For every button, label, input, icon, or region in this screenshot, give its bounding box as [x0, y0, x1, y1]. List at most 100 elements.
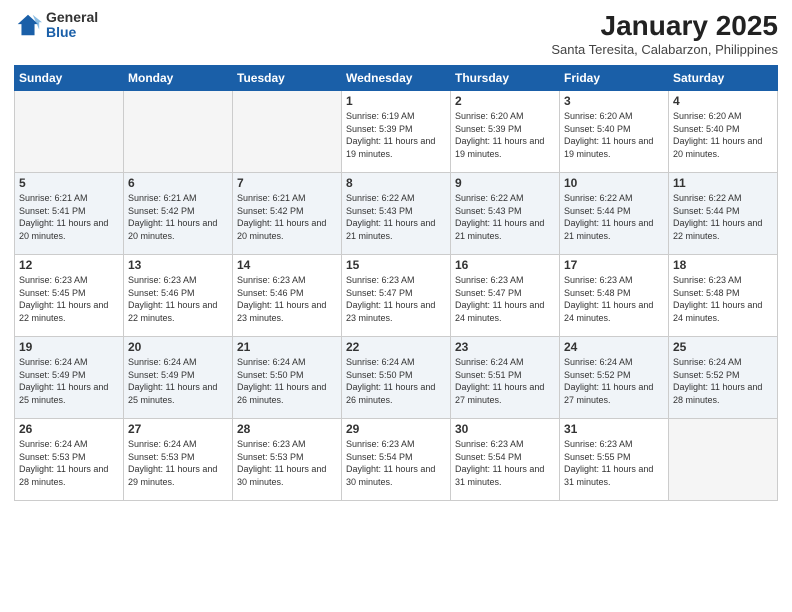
calendar-cell	[233, 91, 342, 173]
week-row-2: 5Sunrise: 6:21 AM Sunset: 5:41 PM Daylig…	[15, 173, 778, 255]
calendar-cell: 18Sunrise: 6:23 AM Sunset: 5:48 PM Dayli…	[669, 255, 778, 337]
week-row-5: 26 Sunrise: 6:24 AM Sunset: 5:53 PM Dayli…	[15, 419, 778, 501]
day-info: Sunrise: 6:23 AM Sunset: 5:48 PM Dayligh…	[564, 274, 664, 324]
day-info: Sunrise: 6:21 AM Sunset: 5:42 PM Dayligh…	[128, 192, 228, 242]
page: General Blue January 2025 Santa Teresita…	[0, 0, 792, 612]
day-number: 8	[346, 176, 446, 190]
logo: General Blue	[14, 10, 98, 41]
calendar-cell: 5Sunrise: 6:21 AM Sunset: 5:41 PM Daylig…	[15, 173, 124, 255]
day-info: Sunrise: 6:23 AM Sunset: 5:45 PM Dayligh…	[19, 274, 119, 324]
day-info: Sunrise: 6:24 AM Sunset: 5:52 PM Dayligh…	[673, 356, 773, 406]
day-info: Sunrise: 6:24 AM Sunset: 5:53 PM Dayligh…	[128, 438, 228, 488]
day-info: Sunrise: 6:23 AM Sunset: 5:53 PM Dayligh…	[237, 438, 337, 488]
day-header-saturday: Saturday	[669, 66, 778, 91]
day-header-sunday: Sunday	[15, 66, 124, 91]
calendar-cell: 16Sunrise: 6:23 AM Sunset: 5:47 PM Dayli…	[451, 255, 560, 337]
day-info: Sunrise: 6:24 AM Sunset: 5:53 PM Dayligh…	[19, 438, 119, 488]
day-info: Sunrise: 6:19 AM Sunset: 5:39 PM Dayligh…	[346, 110, 446, 160]
day-number: 15	[346, 258, 446, 272]
logo-general: General	[46, 10, 98, 25]
calendar-cell: 28 Sunrise: 6:23 AM Sunset: 5:53 PM Dayli…	[233, 419, 342, 501]
calendar-cell: 30Sunrise: 6:23 AM Sunset: 5:54 PM Dayli…	[451, 419, 560, 501]
day-number: 26	[19, 422, 119, 436]
calendar-cell: 1 Sunrise: 6:19 AM Sunset: 5:39 PM Daylig…	[342, 91, 451, 173]
day-info: Sunrise: 6:24 AM Sunset: 5:50 PM Dayligh…	[346, 356, 446, 406]
logo-icon	[14, 11, 42, 39]
day-info: Sunrise: 6:23 AM Sunset: 5:54 PM Dayligh…	[346, 438, 446, 488]
day-info: Sunrise: 6:22 AM Sunset: 5:44 PM Dayligh…	[564, 192, 664, 242]
day-header-thursday: Thursday	[451, 66, 560, 91]
day-number: 29	[346, 422, 446, 436]
day-number: 23	[455, 340, 555, 354]
day-info: Sunrise: 6:22 AM Sunset: 5:44 PM Dayligh…	[673, 192, 773, 242]
day-info: Sunrise: 6:24 AM Sunset: 5:50 PM Dayligh…	[237, 356, 337, 406]
day-info: Sunrise: 6:20 AM Sunset: 5:40 PM Dayligh…	[673, 110, 773, 160]
day-number: 30	[455, 422, 555, 436]
day-number: 14	[237, 258, 337, 272]
day-info: Sunrise: 6:23 AM Sunset: 5:47 PM Dayligh…	[346, 274, 446, 324]
day-info: Sunrise: 6:23 AM Sunset: 5:47 PM Dayligh…	[455, 274, 555, 324]
day-number: 13	[128, 258, 228, 272]
calendar-subtitle: Santa Teresita, Calabarzon, Philippines	[551, 42, 778, 57]
calendar-cell	[15, 91, 124, 173]
day-number: 22	[346, 340, 446, 354]
day-number: 2	[455, 94, 555, 108]
day-number: 24	[564, 340, 664, 354]
week-row-1: 1 Sunrise: 6:19 AM Sunset: 5:39 PM Daylig…	[15, 91, 778, 173]
day-number: 11	[673, 176, 773, 190]
logo-text: General Blue	[46, 10, 98, 41]
day-number: 1	[346, 94, 446, 108]
day-info: Sunrise: 6:22 AM Sunset: 5:43 PM Dayligh…	[455, 192, 555, 242]
day-info: Sunrise: 6:24 AM Sunset: 5:49 PM Dayligh…	[128, 356, 228, 406]
day-info: Sunrise: 6:23 AM Sunset: 5:55 PM Dayligh…	[564, 438, 664, 488]
day-info: Sunrise: 6:23 AM Sunset: 5:46 PM Dayligh…	[128, 274, 228, 324]
calendar-title: January 2025	[551, 10, 778, 42]
day-info: Sunrise: 6:20 AM Sunset: 5:40 PM Dayligh…	[564, 110, 664, 160]
day-number: 27	[128, 422, 228, 436]
calendar-cell	[124, 91, 233, 173]
calendar-cell: 4 Sunrise: 6:20 AM Sunset: 5:40 PM Daylig…	[669, 91, 778, 173]
day-header-monday: Monday	[124, 66, 233, 91]
calendar-cell: 24 Sunrise: 6:24 AM Sunset: 5:52 PM Dayli…	[560, 337, 669, 419]
day-number: 28	[237, 422, 337, 436]
title-block: January 2025 Santa Teresita, Calabarzon,…	[551, 10, 778, 57]
day-info: Sunrise: 6:21 AM Sunset: 5:41 PM Dayligh…	[19, 192, 119, 242]
calendar-table: SundayMondayTuesdayWednesdayThursdayFrid…	[14, 65, 778, 501]
day-number: 9	[455, 176, 555, 190]
calendar-cell	[669, 419, 778, 501]
calendar-cell: 2 Sunrise: 6:20 AM Sunset: 5:39 PM Daylig…	[451, 91, 560, 173]
calendar-cell: 26 Sunrise: 6:24 AM Sunset: 5:53 PM Dayli…	[15, 419, 124, 501]
day-info: Sunrise: 6:24 AM Sunset: 5:52 PM Dayligh…	[564, 356, 664, 406]
day-header-wednesday: Wednesday	[342, 66, 451, 91]
calendar-cell: 21 Sunrise: 6:24 AM Sunset: 5:50 PM Dayli…	[233, 337, 342, 419]
calendar-cell: 22 Sunrise: 6:24 AM Sunset: 5:50 PM Dayli…	[342, 337, 451, 419]
day-info: Sunrise: 6:22 AM Sunset: 5:43 PM Dayligh…	[346, 192, 446, 242]
calendar-cell: 8 Sunrise: 6:22 AM Sunset: 5:43 PM Daylig…	[342, 173, 451, 255]
day-number: 17	[564, 258, 664, 272]
day-number: 19	[19, 340, 119, 354]
day-info: Sunrise: 6:20 AM Sunset: 5:39 PM Dayligh…	[455, 110, 555, 160]
calendar-cell: 17 Sunrise: 6:23 AM Sunset: 5:48 PM Dayli…	[560, 255, 669, 337]
day-number: 3	[564, 94, 664, 108]
calendar-cell: 31Sunrise: 6:23 AM Sunset: 5:55 PM Dayli…	[560, 419, 669, 501]
day-number: 10	[564, 176, 664, 190]
week-row-4: 19 Sunrise: 6:24 AM Sunset: 5:49 PM Dayli…	[15, 337, 778, 419]
calendar-cell: 6Sunrise: 6:21 AM Sunset: 5:42 PM Daylig…	[124, 173, 233, 255]
calendar-cell: 15 Sunrise: 6:23 AM Sunset: 5:47 PM Dayli…	[342, 255, 451, 337]
day-header-tuesday: Tuesday	[233, 66, 342, 91]
day-number: 25	[673, 340, 773, 354]
day-number: 21	[237, 340, 337, 354]
calendar-cell: 25 Sunrise: 6:24 AM Sunset: 5:52 PM Dayli…	[669, 337, 778, 419]
calendar-cell: 10 Sunrise: 6:22 AM Sunset: 5:44 PM Dayli…	[560, 173, 669, 255]
calendar-cell: 12 Sunrise: 6:23 AM Sunset: 5:45 PM Dayli…	[15, 255, 124, 337]
calendar-cell: 23Sunrise: 6:24 AM Sunset: 5:51 PM Dayli…	[451, 337, 560, 419]
day-number: 4	[673, 94, 773, 108]
day-number: 7	[237, 176, 337, 190]
calendar-cell: 11 Sunrise: 6:22 AM Sunset: 5:44 PM Dayli…	[669, 173, 778, 255]
day-number: 18	[673, 258, 773, 272]
week-row-3: 12 Sunrise: 6:23 AM Sunset: 5:45 PM Dayli…	[15, 255, 778, 337]
header-row: SundayMondayTuesdayWednesdayThursdayFrid…	[15, 66, 778, 91]
day-number: 12	[19, 258, 119, 272]
day-header-friday: Friday	[560, 66, 669, 91]
calendar-cell: 14Sunrise: 6:23 AM Sunset: 5:46 PM Dayli…	[233, 255, 342, 337]
